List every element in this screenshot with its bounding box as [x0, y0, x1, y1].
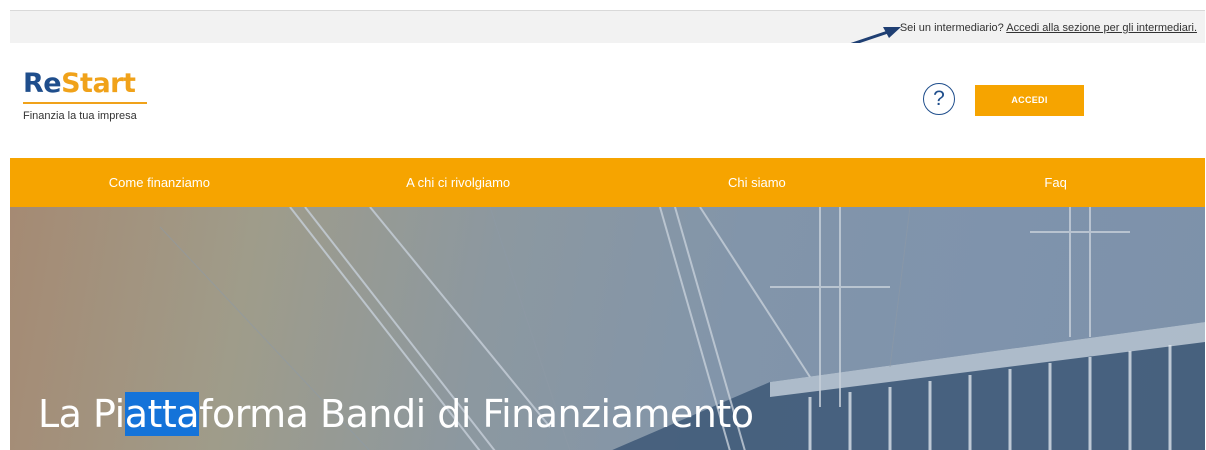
- nav-item-faq[interactable]: Faq: [906, 158, 1205, 207]
- main-nav: Come finanziamo A chi ci rivolgiamo Chi …: [10, 158, 1205, 207]
- question-icon[interactable]: ?: [923, 83, 955, 115]
- logo-tagline: Finanzia la tua impresa: [23, 110, 137, 122]
- logo-wordmark: ReStart: [23, 69, 147, 99]
- top-bar: Sei un intermediario? Accedi alla sezion…: [10, 11, 1205, 71]
- restart-logo[interactable]: ReStart Finanzia la tua impresa: [23, 69, 147, 122]
- nav-item-a-chi-ci-rivolgiamo[interactable]: A chi ci rivolgiamo: [309, 158, 608, 207]
- logo-part-start: Start: [61, 68, 136, 99]
- logo-underline: [23, 102, 147, 104]
- page-frame: Sei un intermediario? Accedi alla sezion…: [10, 10, 1205, 450]
- intermediary-link[interactable]: Accedi alla sezione per gli intermediari…: [1006, 22, 1197, 34]
- hero-title-post: forma Bandi di Finanziamento: [199, 392, 754, 436]
- login-button[interactable]: ACCEDI: [975, 85, 1084, 116]
- hero-banner: La Piattaforma Bandi di Finanziamento: [10, 207, 1205, 450]
- intermediary-notice: Sei un intermediario? Accedi alla sezion…: [900, 22, 1197, 34]
- hero-title-selected: atta: [124, 392, 200, 436]
- nav-item-chi-siamo[interactable]: Chi siamo: [608, 158, 907, 207]
- hero-title: La Piattaforma Bandi di Finanziamento: [38, 392, 754, 436]
- hero-title-pre: La Pi: [38, 392, 125, 436]
- intermediary-question: Sei un intermediario?: [899, 22, 1004, 34]
- logo-part-re: Re: [23, 68, 62, 99]
- site-header: ReStart Finanzia la tua impresa ? ACCEDI: [10, 43, 1205, 158]
- nav-item-come-finanziamo[interactable]: Come finanziamo: [10, 158, 309, 207]
